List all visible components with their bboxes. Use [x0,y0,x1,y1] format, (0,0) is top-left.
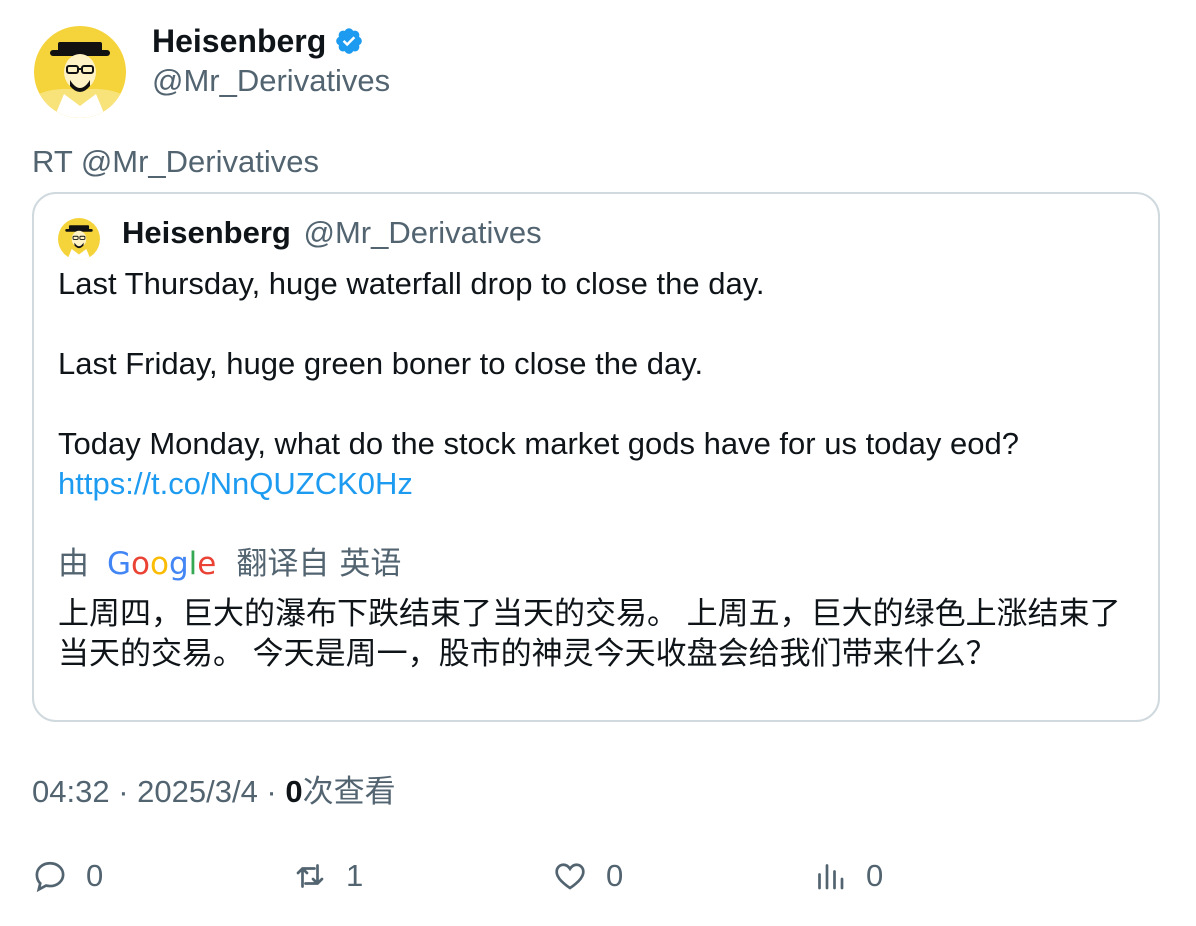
retweet-text: RT @Mr_Derivatives [32,144,319,179]
author-name-row: Heisenberg [152,22,364,60]
meta-separator: · [257,774,286,809]
quoted-author-display-name[interactable]: Heisenberg [122,215,291,250]
tweet-date[interactable]: 2025/3/4 [137,774,258,809]
author-display-name[interactable]: Heisenberg [152,22,326,60]
like-button[interactable]: 0 [552,858,623,894]
tweet-time[interactable]: 04:32 [32,774,110,809]
quoted-tweet-card[interactable]: Heisenberg @Mr_Derivatives Last Thursday… [32,192,1160,722]
views-count: 0 [866,858,884,893]
heart-icon [555,863,585,890]
quoted-tweet-header: Heisenberg @Mr_Derivatives [122,214,542,252]
heisenberg-avatar-icon [58,218,100,260]
heisenberg-avatar-icon [34,26,126,118]
google-logo-icon: Google [107,546,217,582]
quoted-author-avatar[interactable] [58,218,100,260]
tweet-meta: 04:32 · 2025/3/4 · 0次查看 [32,773,396,811]
author-avatar[interactable] [34,26,126,118]
verified-badge-icon[interactable] [334,26,364,56]
tweet-link[interactable]: https://t.co/NnQUZCK0Hz [58,466,413,501]
meta-separator: · [109,774,138,809]
reply-count: 0 [86,858,104,893]
bar-chart-icon [818,864,844,890]
reply-button[interactable]: 0 [32,858,103,894]
quoted-tweet-paragraph: Today Monday, what do the stock market g… [58,426,1019,461]
quoted-author-handle[interactable]: @Mr_Derivatives [303,215,541,250]
reply-icon [35,861,65,893]
retweet-button[interactable]: 1 [292,858,363,894]
quoted-tweet-paragraph: Last Thursday, huge waterfall drop to cl… [58,266,765,301]
translation-by-label: 由 [58,546,89,581]
translation-source-language: 英语 [339,546,402,581]
tweet-actions: 0 1 0 0 [32,858,1162,906]
translation-from-label: 翻译自 [236,546,330,581]
retweet-count: 1 [346,858,364,893]
view-count: 0 [285,774,303,809]
translated-text: 上周四，巨大的瀑布下跌结束了当天的交易。 上周五，巨大的绿色上涨结束了当天的交易… [58,596,1121,671]
views-button[interactable]: 0 [812,858,883,894]
view-label: 次查看 [302,774,396,809]
retweet-icon [296,864,324,888]
author-handle[interactable]: @Mr_Derivatives [152,62,390,100]
quoted-tweet-paragraph: Last Friday, huge green boner to close t… [58,346,704,381]
like-count: 0 [606,858,624,893]
quoted-tweet-text: Last Thursday, huge waterfall drop to cl… [58,264,1138,504]
translation-attribution: 由 Google 翻译自 英语 [58,544,401,584]
